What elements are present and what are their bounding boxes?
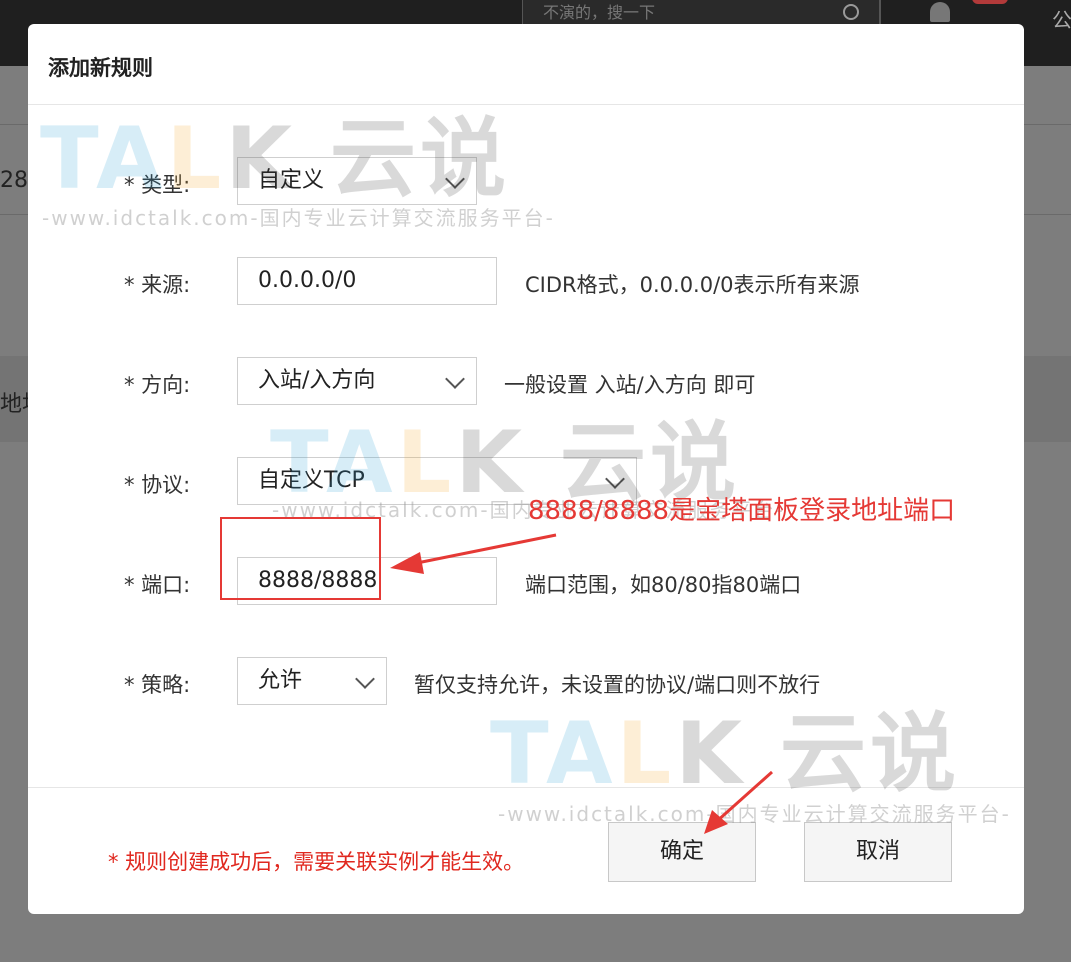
arrow-to-port-icon (390, 533, 557, 574)
arrow-to-confirm-icon (704, 770, 773, 834)
annotation-arrows (390, 533, 773, 834)
